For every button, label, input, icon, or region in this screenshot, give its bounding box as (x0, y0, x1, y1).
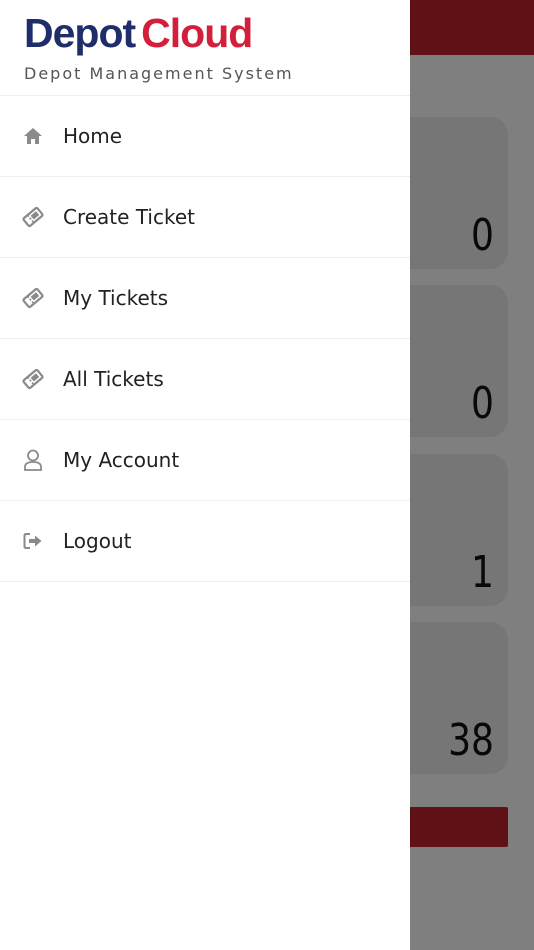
menu-item-logout[interactable]: Logout (0, 501, 410, 582)
menu-item-my-tickets[interactable]: My Tickets (0, 258, 410, 339)
logo-part-cloud: Cloud (141, 10, 253, 56)
logo-part-depot: Depot (24, 10, 136, 56)
drawer-menu: Home Create Ticket My Tickets All Ticket… (0, 96, 410, 582)
menu-item-create-ticket[interactable]: Create Ticket (0, 177, 410, 258)
menu-item-label: Create Ticket (63, 205, 195, 229)
menu-item-label: Logout (63, 529, 132, 553)
logo-tagline: Depot Management System (24, 64, 294, 83)
logout-icon (22, 530, 44, 552)
brand-logo: Depot Cloud Depot Management System (0, 0, 410, 96)
ticket-icon (22, 368, 44, 390)
menu-item-label: All Tickets (63, 367, 164, 391)
home-icon (22, 125, 44, 147)
ticket-icon (22, 287, 44, 309)
logo-wordmark: Depot Cloud (24, 10, 253, 57)
navigation-drawer: Depot Cloud Depot Management System Home … (0, 0, 410, 950)
menu-item-label: My Tickets (63, 286, 169, 310)
ticket-icon (22, 206, 44, 228)
user-icon (22, 449, 44, 471)
menu-item-label: My Account (63, 448, 180, 472)
menu-item-all-tickets[interactable]: All Tickets (0, 339, 410, 420)
menu-item-my-account[interactable]: My Account (0, 420, 410, 501)
menu-item-home[interactable]: Home (0, 96, 410, 177)
menu-item-label: Home (63, 124, 123, 148)
